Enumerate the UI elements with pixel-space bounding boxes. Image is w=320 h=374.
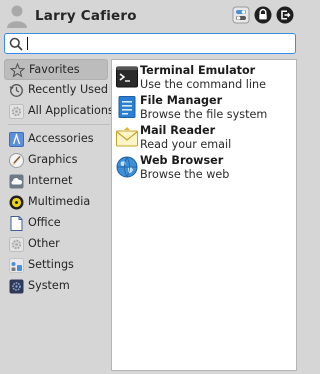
sidebar-item-graphics[interactable]: Graphics: [4, 150, 108, 171]
system-icon: [9, 279, 24, 294]
globe-icon: [116, 156, 138, 178]
sidebar-item-settings[interactable]: Settings: [4, 255, 108, 276]
sidebar-item-system[interactable]: System: [4, 276, 108, 297]
app-title: Mail Reader: [140, 124, 216, 137]
media-icon: [9, 195, 24, 210]
accessories-icon: [9, 132, 24, 147]
sidebar-item-label: Favorites: [29, 63, 80, 76]
sidebar-item-label: Multimedia: [28, 195, 91, 208]
sidebar-item-recently-used[interactable]: Recently Used: [4, 80, 108, 101]
sidebar-item-label: Settings: [28, 258, 74, 271]
settings-toggle-button[interactable]: [232, 6, 250, 24]
app-description: Read your email: [140, 138, 232, 151]
sidebar-item-label: System: [28, 279, 70, 292]
sidebar-item-label: Office: [28, 216, 61, 229]
app-item-web-browser[interactable]: Web Browser Browse the web: [115, 153, 295, 183]
terminal-icon: [116, 66, 138, 88]
app-description: Browse the file system: [140, 108, 268, 121]
lock-icon: [254, 6, 272, 24]
lock-screen-button[interactable]: [254, 6, 272, 24]
clock-icon: [9, 84, 23, 97]
sidebar-item-office[interactable]: Office: [4, 213, 108, 234]
settings-toggle-icon: [232, 6, 250, 24]
sidebar-item-label: All Applications: [28, 104, 114, 117]
logout-icon: [276, 6, 294, 24]
user-avatar-icon: [7, 4, 27, 28]
sidebar-item-favorites[interactable]: Favorites: [4, 59, 108, 80]
gear-icon: [9, 237, 24, 252]
application-list: Terminal Emulator Use the command line F…: [111, 59, 297, 371]
cloud-icon: [9, 174, 24, 189]
star-icon: [10, 63, 25, 78]
search-box[interactable]: [4, 33, 296, 54]
menu-header: Larry Cafiero: [0, 0, 300, 34]
text-caret: [27, 37, 28, 50]
logout-button[interactable]: [276, 6, 294, 24]
sidebar-item-label: Accessories: [28, 132, 94, 145]
app-item-file-manager[interactable]: File Manager Browse the file system: [115, 93, 295, 123]
app-item-terminal-emulator[interactable]: Terminal Emulator Use the command line: [115, 63, 295, 93]
app-title: Terminal Emulator: [140, 64, 256, 77]
search-input[interactable]: [25, 35, 291, 52]
sidebar-item-label: Graphics: [28, 153, 78, 166]
sidebar-item-accessories[interactable]: Accessories: [4, 129, 108, 150]
settings-icon: [9, 258, 24, 273]
sidebar-item-other[interactable]: Other: [4, 234, 108, 255]
gear-icon: [9, 104, 24, 119]
sidebar-item-label: Internet: [28, 174, 73, 187]
sidebar-item-multimedia[interactable]: Multimedia: [4, 192, 108, 213]
sidebar-separator: [8, 124, 110, 125]
app-description: Browse the web: [140, 168, 230, 181]
app-description: Use the command line: [140, 78, 266, 91]
search-icon: [9, 37, 23, 51]
sidebar-item-internet[interactable]: Internet: [4, 171, 108, 192]
app-item-mail-reader[interactable]: Mail Reader Read your email: [115, 123, 295, 153]
sidebar-item-label: Recently Used: [28, 83, 108, 96]
document-icon: [10, 216, 23, 231]
sidebar-item-all-applications[interactable]: All Applications: [4, 101, 114, 122]
user-name: Larry Cafiero: [35, 8, 137, 24]
file-manager-icon: [118, 96, 136, 118]
sidebar-item-label: Other: [28, 237, 60, 250]
mail-icon: [116, 127, 138, 147]
app-title: File Manager: [140, 94, 223, 107]
brush-icon: [9, 153, 24, 168]
app-title: Web Browser: [140, 154, 224, 167]
